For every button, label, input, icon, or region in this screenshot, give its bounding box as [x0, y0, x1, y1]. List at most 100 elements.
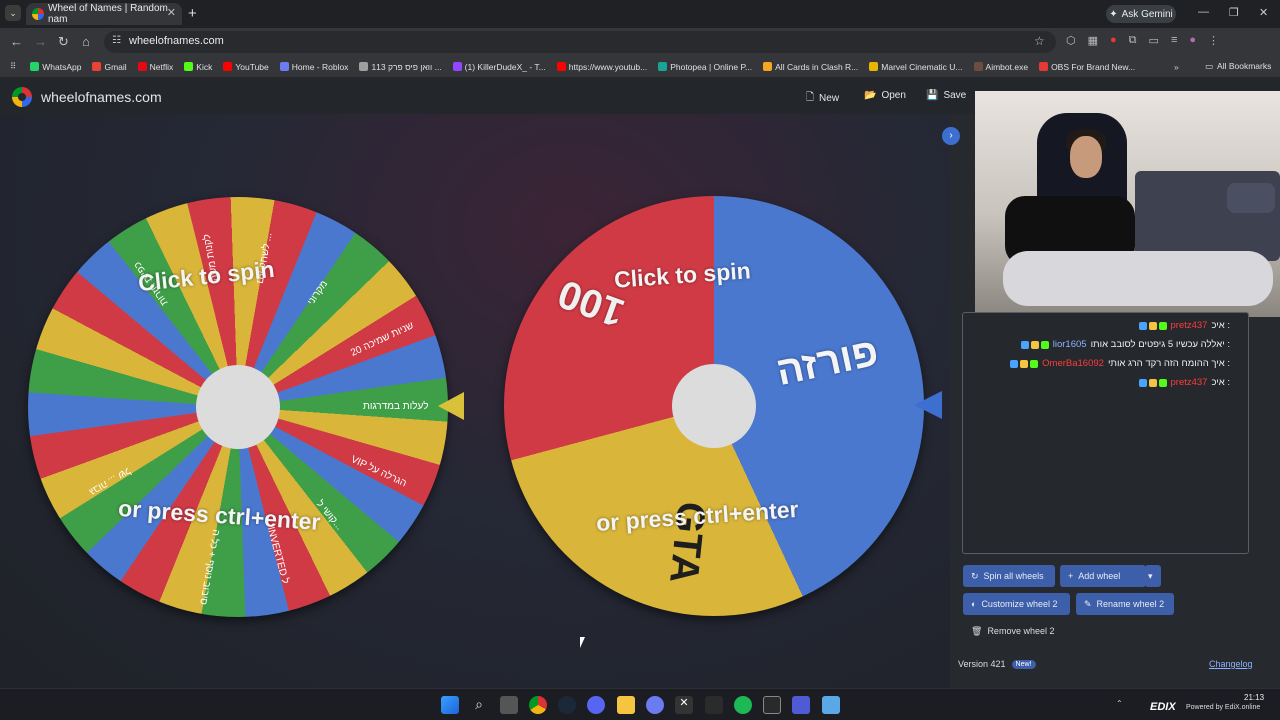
save-icon: 💾	[926, 90, 939, 101]
notepad-icon[interactable]	[822, 696, 840, 714]
refresh-icon: ↻	[971, 570, 979, 581]
chat-badges-icon	[1138, 378, 1167, 387]
chat-username[interactable]: pretz437	[1171, 320, 1208, 331]
pencil-icon: ✎	[1084, 598, 1092, 609]
capcut-icon[interactable]: ✕	[675, 696, 693, 714]
collapse-panel-icon[interactable]: ›	[942, 127, 960, 145]
close-window-icon[interactable]: ✕	[1259, 6, 1268, 19]
bookmark-item[interactable]: Aimbot.exe	[973, 62, 1028, 72]
app-icon[interactable]	[646, 696, 664, 714]
bookmark-item[interactable]: https://www.youtub...	[556, 62, 647, 72]
browser-tab[interactable]: Wheel of Names | Random nam ✕	[26, 3, 182, 25]
rename-wheel-button[interactable]: ✎ Rename wheel 2	[1076, 593, 1174, 615]
wheel-logo-icon[interactable]	[12, 87, 32, 107]
app-icon[interactable]	[792, 696, 810, 714]
pillow-shape	[1227, 183, 1275, 213]
taskbar-clock: 21:13	[1244, 693, 1265, 702]
file-explorer-icon[interactable]	[617, 696, 635, 714]
bookmark-favicon-icon	[556, 62, 566, 71]
discord-icon[interactable]	[587, 696, 605, 714]
bookmark-favicon-icon	[223, 62, 233, 71]
add-wheel-button[interactable]: + Add wheel	[1060, 565, 1146, 587]
chat-username[interactable]: OmerBa16092	[1042, 358, 1104, 369]
bookmark-item[interactable]: WhatsApp	[30, 62, 81, 72]
add-wheel-dropdown[interactable]: ▾	[1145, 565, 1161, 587]
changelog-link[interactable]: Changelog	[1209, 659, 1253, 669]
extension-icon[interactable]: ▦	[1088, 34, 1098, 47]
save-button[interactable]: 💾 Save	[926, 90, 966, 101]
bookmark-item[interactable]: All Cards in Clash R...	[763, 62, 858, 72]
home-icon[interactable]: ⌂	[82, 34, 90, 49]
tab-search-button[interactable]: ⌄	[5, 5, 21, 21]
bookmark-item[interactable]: Marvel Cinematic U...	[869, 62, 963, 72]
all-bookmarks-button[interactable]: ▭ All Bookmarks	[1205, 61, 1271, 72]
remove-wheel-button[interactable]: 🗑 Remove wheel 2	[963, 620, 1063, 642]
windows-taskbar: ⌕ ✕ ⌃	[0, 688, 1280, 720]
new-tab-button[interactable]: +	[188, 5, 197, 22]
mouse-cursor-icon	[580, 637, 590, 648]
folder-icon: ▭	[1205, 61, 1214, 71]
bookmark-favicon-icon	[452, 62, 462, 71]
bookmark-item[interactable]: OBS For Brand New...	[1039, 62, 1135, 72]
puzzle-icon[interactable]: ⧉	[1129, 34, 1137, 47]
version-info: Version 421 New!	[958, 659, 1036, 669]
bookmark-favicon-icon	[763, 62, 773, 71]
powered-by-text: Powered by EdiX.online	[1186, 704, 1261, 711]
wheel-1-hub[interactable]	[196, 365, 280, 449]
search-icon[interactable]: ⌕	[470, 696, 488, 714]
app-icon[interactable]	[705, 696, 723, 714]
chat-message: pretz437 איכ :	[1138, 320, 1230, 331]
bookmark-item[interactable]: Kick	[184, 62, 212, 72]
back-icon[interactable]: ←	[10, 34, 23, 49]
minimize-icon[interactable]: —	[1198, 6, 1209, 18]
extension-icon[interactable]: ●	[1110, 34, 1117, 47]
more-bookmarks-icon[interactable]: »	[1174, 62, 1179, 72]
wheel-2-hub[interactable]	[672, 364, 756, 448]
site-name[interactable]: wheelofnames.com	[41, 89, 162, 105]
restore-icon[interactable]: ❐	[1229, 6, 1239, 19]
bookmark-item[interactable]: Netflix	[137, 62, 173, 72]
bookmark-favicon-icon	[359, 62, 369, 71]
folder-open-icon: 📂	[864, 90, 877, 101]
bookmark-item[interactable]: Photopea | Online P...	[658, 62, 752, 72]
badge-icon	[1040, 340, 1049, 349]
bookmark-favicon-icon	[30, 62, 40, 71]
trash-icon: 🗑	[971, 625, 983, 636]
url-text: wheelofnames.com	[129, 35, 224, 47]
address-bar[interactable]: ☷ wheelofnames.com ☆	[104, 31, 1056, 53]
bookmark-item[interactable]: Home - Roblox	[279, 62, 348, 72]
steam-icon[interactable]	[558, 696, 576, 714]
task-view-icon[interactable]	[500, 696, 518, 714]
tray-expand-icon[interactable]: ⌃	[1116, 699, 1123, 708]
bookmark-star-icon[interactable]: ☆	[1034, 34, 1045, 48]
spotify-icon[interactable]	[734, 696, 752, 714]
chat-username[interactable]: pretz437	[1171, 377, 1208, 388]
bookmark-item[interactable]: וואן פיס פרק 113 ...	[359, 62, 442, 72]
windows-start-icon[interactable]	[441, 696, 459, 714]
extension-icon[interactable]: ⬡	[1066, 34, 1076, 47]
sidebar-icon[interactable]: ▭	[1149, 34, 1159, 47]
reload-icon[interactable]: ↻	[58, 34, 69, 50]
forward-icon[interactable]: →	[34, 34, 47, 49]
open-button[interactable]: 📂 Open	[864, 90, 906, 101]
ask-gemini-button[interactable]: ✦ Ask Gemini	[1106, 5, 1176, 23]
bookmark-item[interactable]: YouTube	[223, 62, 269, 72]
epic-games-icon[interactable]	[763, 696, 781, 714]
bookmark-favicon-icon	[137, 62, 147, 71]
spin-all-wheels-button[interactable]: ↻ Spin all wheels	[963, 565, 1055, 587]
apps-grid-icon[interactable]: ⠿	[10, 61, 16, 72]
chrome-icon[interactable]	[529, 696, 547, 714]
site-info-icon[interactable]: ☷	[112, 35, 121, 46]
bookmark-item[interactable]: Gmail	[92, 62, 127, 72]
new-badge: New!	[1011, 659, 1036, 669]
close-tab-icon[interactable]: ✕	[167, 6, 176, 19]
customize-wheel-button[interactable]: ◐ Customize wheel 2	[963, 593, 1070, 615]
chat-username[interactable]: lior1605	[1053, 339, 1087, 350]
menu-icon[interactable]: ⋮	[1208, 34, 1219, 47]
bookmark-item[interactable]: (1) KillerDudeX_ - T...	[452, 62, 546, 72]
profile-avatar[interactable]: ●	[1189, 34, 1196, 47]
person-legs-shape	[1003, 251, 1273, 306]
media-icon[interactable]: ≡	[1171, 34, 1177, 47]
plus-icon: +	[1068, 571, 1074, 581]
new-button[interactable]: 🗋 New	[806, 90, 839, 107]
